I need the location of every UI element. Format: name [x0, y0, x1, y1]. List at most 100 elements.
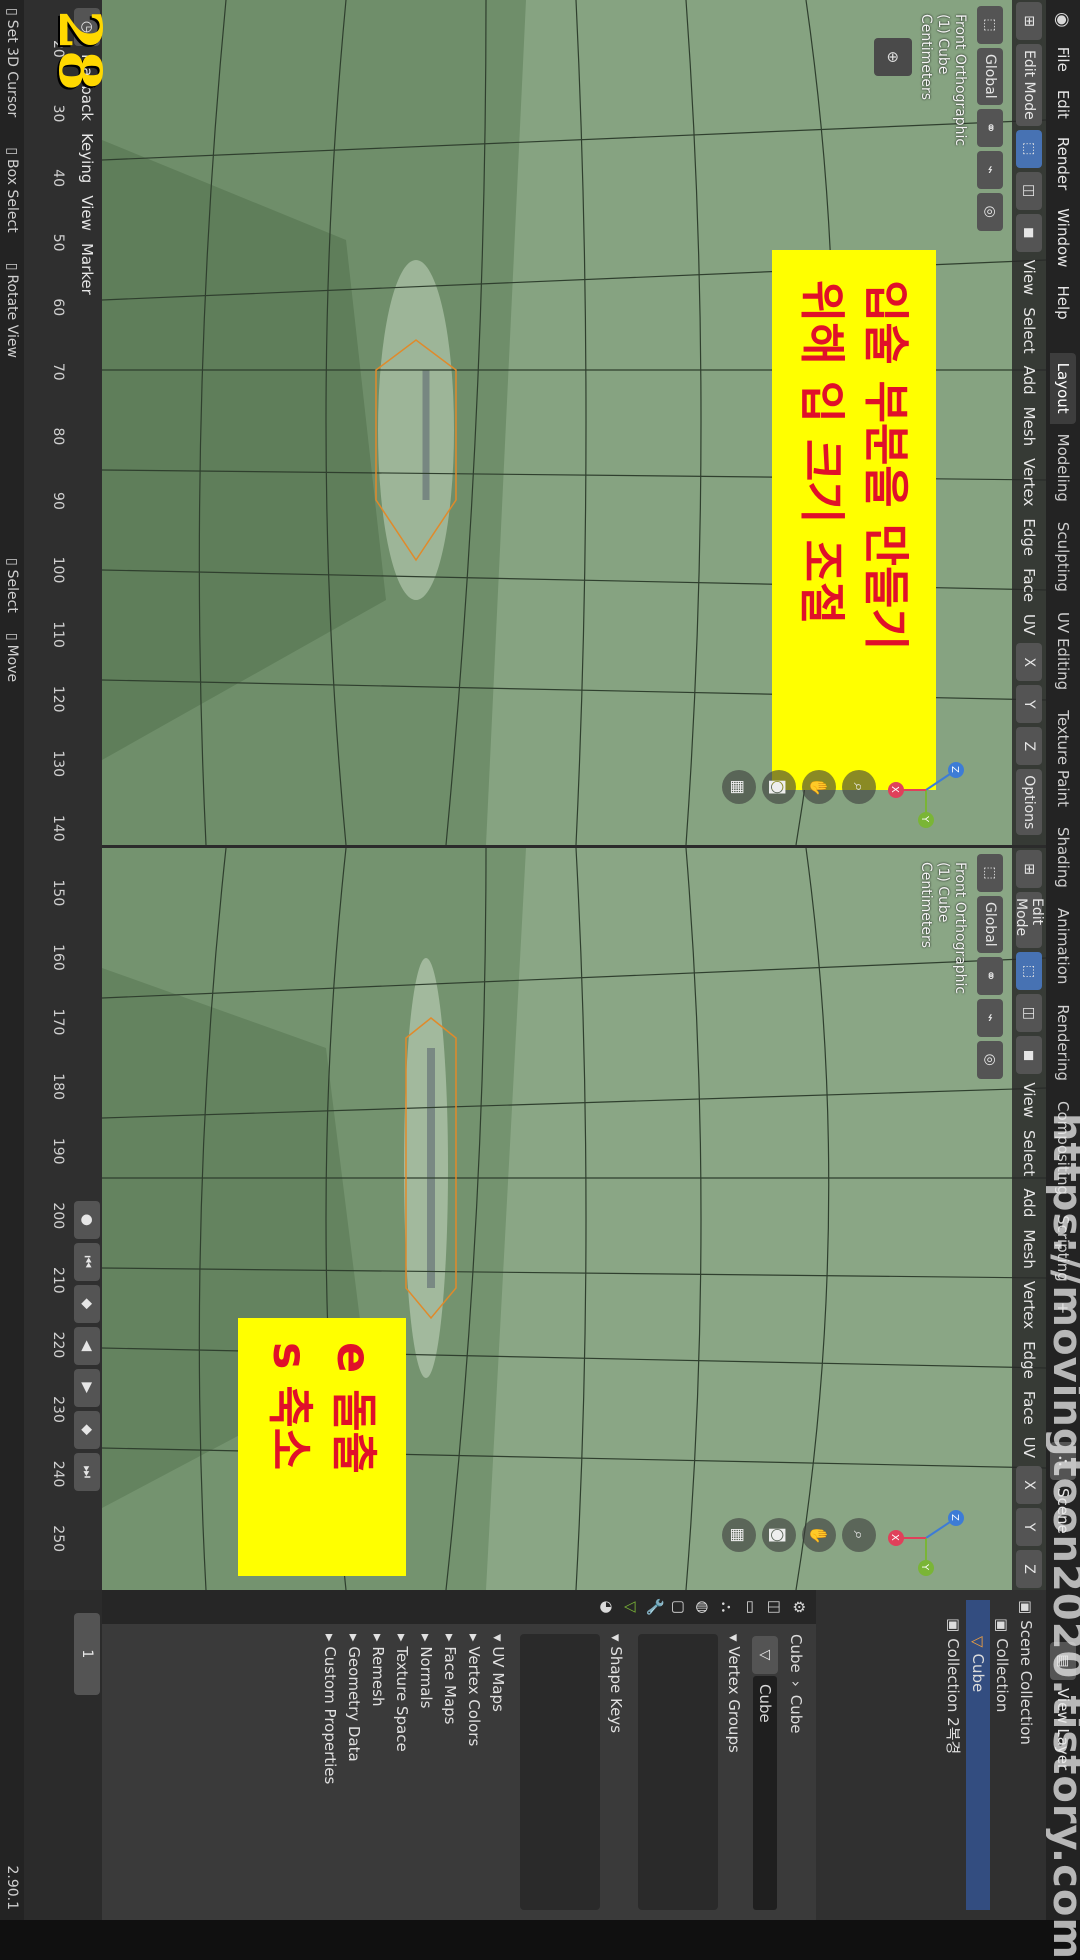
- zoom-icon[interactable]: ⌕: [842, 770, 876, 804]
- vertex-select-icon[interactable]: ⬚: [1016, 129, 1042, 168]
- current-frame-field[interactable]: 1: [74, 1612, 100, 1695]
- panel-uv-maps[interactable]: ▾ UV Maps: [486, 1634, 510, 1910]
- menu-select[interactable]: Select: [1020, 1130, 1038, 1176]
- panel-vertex-groups[interactable]: ▾ Vertex Groups: [722, 1634, 746, 1910]
- tool-tab-icon[interactable]: ⚙: [790, 1600, 808, 1613]
- mirror-z-toggle[interactable]: Z: [1016, 727, 1042, 766]
- panel-geometry-data[interactable]: ▸ Geometry Data: [342, 1634, 366, 1910]
- vertex-select-icon[interactable]: ⬚: [1016, 952, 1042, 991]
- camera-icon[interactable]: ◙: [762, 770, 796, 804]
- perspective-grid-icon[interactable]: ▦: [722, 770, 756, 804]
- pan-hand-icon[interactable]: ✋: [802, 1518, 836, 1552]
- shape-keys-list[interactable]: [520, 1634, 600, 1910]
- edge-select-icon[interactable]: ◫: [1016, 171, 1042, 210]
- vertex-groups-list[interactable]: [638, 1634, 718, 1910]
- pivot-icon[interactable]: ⚭: [977, 108, 1003, 147]
- tab-sculpting[interactable]: Sculpting: [1050, 512, 1076, 602]
- panel-custom-properties[interactable]: ▸ Custom Properties: [318, 1634, 342, 1910]
- mode-dropdown[interactable]: Edit Mode: [1013, 892, 1045, 949]
- snap-icon[interactable]: ⌁: [977, 150, 1003, 189]
- jump-end-icon[interactable]: ⏭: [74, 1452, 100, 1491]
- menu-window[interactable]: Window: [1054, 208, 1072, 267]
- menu-keying[interactable]: Keying: [78, 133, 96, 183]
- editor-type-icon[interactable]: ⊞: [1016, 2, 1042, 40]
- menu-add[interactable]: Add: [1020, 366, 1038, 395]
- editor-type-icon[interactable]: ⊞: [1016, 850, 1042, 888]
- proportional-edit-icon[interactable]: ◎: [977, 1040, 1003, 1079]
- select-box-icon[interactable]: ⬚: [977, 854, 1003, 892]
- mode-dropdown[interactable]: Edit Mode: [1016, 44, 1042, 126]
- menu-view[interactable]: View: [1020, 260, 1038, 296]
- viewport-right[interactable]: ⊞ Edit Mode ⬚ ◫ ◼ View Select Add Mesh V…: [102, 848, 1046, 1590]
- menu-face[interactable]: Face: [1020, 568, 1038, 602]
- mirror-x-toggle[interactable]: X: [1016, 1466, 1042, 1504]
- pan-hand-icon[interactable]: ✋: [802, 770, 836, 804]
- perspective-grid-icon[interactable]: ▦: [722, 1518, 756, 1552]
- scene-tab-icon[interactable]: ⛬: [718, 1602, 736, 1613]
- menu-edge[interactable]: Edge: [1020, 1341, 1038, 1379]
- tab-texture-paint[interactable]: Texture Paint: [1050, 700, 1076, 817]
- mesh-datablock[interactable]: ▽ Cube: [752, 1634, 778, 1910]
- pivot-icon[interactable]: ⚭: [977, 956, 1003, 995]
- blender-logo-icon[interactable]: ◉: [1053, 12, 1074, 28]
- record-icon[interactable]: ●: [74, 1200, 100, 1239]
- navigation-gizmo[interactable]: Z Y X: [886, 1488, 986, 1588]
- outliner-cube[interactable]: ▽ Cube: [966, 1600, 990, 1910]
- object-tab-icon[interactable]: ▢: [670, 1600, 688, 1614]
- output-tab-icon[interactable]: ▭: [742, 1600, 760, 1614]
- prev-keyframe-icon[interactable]: ◆: [74, 1284, 100, 1323]
- menu-mesh[interactable]: Mesh: [1020, 1229, 1038, 1269]
- material-tab-icon[interactable]: ◕: [598, 1600, 616, 1613]
- panel-normals[interactable]: ▸ Normals: [414, 1634, 438, 1910]
- snap-icon[interactable]: ⌁: [977, 998, 1003, 1037]
- menu-uv[interactable]: UV: [1020, 1437, 1038, 1458]
- tab-uv-editing[interactable]: UV Editing: [1050, 602, 1076, 700]
- zoom-icon[interactable]: ⌕: [842, 1518, 876, 1552]
- menu-vertex[interactable]: Vertex: [1020, 458, 1038, 506]
- panel-vertex-colors[interactable]: ▸ Vertex Colors: [462, 1634, 486, 1910]
- tab-modeling[interactable]: Modeling: [1050, 424, 1076, 512]
- orientation-dropdown[interactable]: Global: [977, 48, 1003, 105]
- menu-view[interactable]: View: [1020, 1082, 1038, 1118]
- menu-mesh[interactable]: Mesh: [1020, 407, 1038, 447]
- menu-view[interactable]: View: [78, 195, 96, 231]
- world-tab-icon[interactable]: ◍: [694, 1600, 712, 1613]
- proportional-edit-icon[interactable]: ◎: [977, 192, 1003, 231]
- menu-add[interactable]: Add: [1020, 1188, 1038, 1217]
- jump-start-icon[interactable]: ⏮: [74, 1242, 100, 1281]
- tab-layout[interactable]: Layout: [1050, 352, 1076, 424]
- select-box-icon[interactable]: ⬚: [977, 6, 1003, 44]
- navigation-gizmo[interactable]: Z Y X: [886, 740, 986, 840]
- timeline[interactable]: ◷ Playback Keying View Marker ● ⏮ ◆ ◀ ▶ …: [24, 0, 114, 1695]
- tab-shading[interactable]: Shading: [1050, 817, 1076, 898]
- menu-face[interactable]: Face: [1020, 1391, 1038, 1425]
- panel-texture-space[interactable]: ▸ Texture Space: [390, 1634, 414, 1910]
- outliner-scene-collection[interactable]: ▣ Scene Collection: [1014, 1600, 1038, 1910]
- tab-animation[interactable]: Animation: [1050, 898, 1076, 994]
- camera-icon[interactable]: ◙: [762, 1518, 796, 1552]
- modifier-tab-icon[interactable]: 🔧: [646, 1598, 664, 1617]
- panel-shape-keys[interactable]: ▾ Shape Keys: [604, 1634, 628, 1910]
- panel-remesh[interactable]: ▸ Remesh: [366, 1634, 390, 1910]
- viewport-left[interactable]: ⊞ Edit Mode ⬚ ◫ ◼ View Select Add Mesh V…: [102, 0, 1046, 845]
- menu-help[interactable]: Help: [1054, 285, 1072, 319]
- render-tab-icon[interactable]: ◫: [766, 1600, 784, 1614]
- menu-file[interactable]: File: [1054, 47, 1072, 72]
- mirror-z-toggle[interactable]: Z: [1016, 1550, 1042, 1588]
- timeline-ruler[interactable]: 20 30 40 50 60 70 80 90 100 110 120 130 …: [44, 0, 72, 1590]
- outliner-collection[interactable]: ▣ Collection: [990, 1600, 1014, 1910]
- menu-select[interactable]: Select: [1020, 307, 1038, 353]
- mirror-y-toggle[interactable]: Y: [1016, 1508, 1042, 1546]
- options-dropdown[interactable]: Options: [1016, 769, 1042, 836]
- menu-edge[interactable]: Edge: [1020, 518, 1038, 556]
- menu-edit[interactable]: Edit: [1054, 90, 1072, 119]
- panel-face-maps[interactable]: ▸ Face Maps: [438, 1634, 462, 1910]
- menu-render[interactable]: Render: [1054, 137, 1072, 190]
- mesh-data-tab-icon[interactable]: ▽: [622, 1601, 640, 1613]
- tab-rendering[interactable]: Rendering: [1050, 994, 1076, 1091]
- mesh-name-field[interactable]: Cube: [753, 1676, 777, 1910]
- play-reverse-icon[interactable]: ◀: [74, 1326, 100, 1365]
- menu-uv[interactable]: UV: [1020, 614, 1038, 635]
- menu-marker[interactable]: Marker: [78, 243, 96, 295]
- face-select-icon[interactable]: ◼: [1016, 213, 1042, 252]
